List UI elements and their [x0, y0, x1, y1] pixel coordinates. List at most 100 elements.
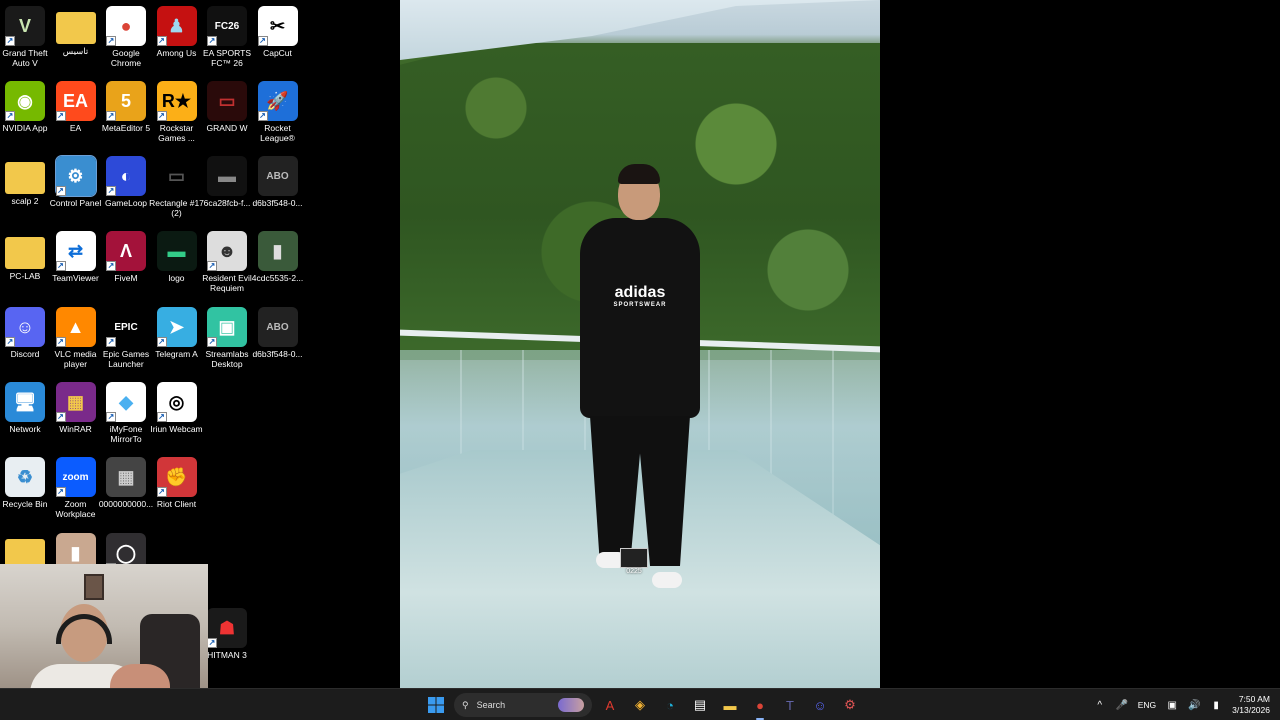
desktop-icon-nvidia[interactable]: ◉ ↗ NVIDIA App — [0, 81, 50, 133]
taskbar-settings-icon[interactable]: ⚙ — [838, 693, 862, 717]
desktop-icon-metaeditor[interactable]: 5 ↗ MetaEditor 5 — [101, 81, 151, 133]
desktop-icon-rectangle[interactable]: ▭ Rectangle #17 (2) — [149, 156, 204, 218]
desktop-icon-label: GameLoop — [104, 198, 148, 208]
scalp2-icon — [5, 162, 45, 194]
desktop-icon-resident-evil[interactable]: ☻ ↗ Resident Evil Requiem — [202, 231, 252, 293]
shortcut-arrow-icon: ↗ — [106, 36, 116, 46]
desktop-icon-img-d6b-1[interactable]: ABO d6b3f548-0... — [252, 156, 303, 208]
shortcut-arrow-icon: ↗ — [156, 412, 167, 422]
battery-icon[interactable]: ▮ — [1210, 700, 1222, 711]
taskbar-search[interactable]: ⚲ Search — [454, 693, 592, 717]
desktop-icon-label: تاسيس — [62, 46, 89, 56]
language-indicator[interactable]: ENG — [1138, 700, 1156, 710]
img-d6b-2-icon: ABO — [257, 307, 298, 347]
desktop-icon-telegram[interactable]: ➤ ↗ Telegram A — [152, 307, 202, 359]
desktop-icon-label: EA SPORTS FC™ 26 — [202, 48, 252, 68]
desktop-icon-capcut[interactable]: ✂ ↗ CapCut — [253, 6, 303, 58]
shortcut-arrow-icon: ↗ — [55, 111, 66, 121]
clock-time: 7:50 AM — [1238, 694, 1270, 704]
taskbar-discord-icon[interactable]: ☺ — [808, 693, 832, 717]
desktop-icon-fivem[interactable]: Λ ↗ FiveM — [101, 231, 151, 283]
desktop-icon-label: d6b3f548-0... — [252, 349, 303, 359]
mirrorto-icon: ◆ ↗ — [106, 382, 146, 422]
desktop-icon-rocket-league[interactable]: 🚀 ↗ Rocket League® — [253, 81, 303, 143]
volume-icon[interactable]: 🔊 — [1188, 700, 1200, 711]
desktop-icon-chrome[interactable]: ● ↗ Google Chrome — [101, 6, 151, 68]
rocket-league-icon: 🚀 ↗ — [257, 81, 298, 121]
gameloop-icon: ◐ ↗ — [106, 156, 146, 196]
desktop-icon-among-us[interactable]: ♟ ↗ Among Us — [152, 6, 202, 58]
desktop-icon-gameloop[interactable]: ◐ ↗ GameLoop — [101, 156, 151, 208]
taskbar-file-explorer-icon[interactable]: ▬ — [718, 693, 742, 717]
desktop-icon-vlc[interactable]: ▲ ↗ VLC media player — [51, 307, 101, 369]
person-figure: adidas SPORTSWEAR — [560, 160, 720, 600]
windows-logo-icon[interactable] — [424, 693, 448, 717]
taskbar: ⚲ Search A ◈ ◔ ▤ ▬ ● T ☺ ⚙ ^ 🎤 ENG ▣ 🔊 ▮ 7:50 AM… — [0, 688, 1280, 720]
desktop-icon-recycle-bin[interactable]: ♻ Recycle Bin — [0, 457, 50, 509]
taskbar-edge-icon[interactable]: ◔ — [658, 693, 682, 717]
desktop-icon-scalp2[interactable]: scalp 2 — [0, 156, 50, 206]
taskbar-teams-icon[interactable]: T — [778, 693, 802, 717]
taskbar-adobe-acrobat-icon[interactable]: A — [598, 693, 622, 717]
desktop-icon-label: Rockstar Games ... — [158, 123, 195, 143]
hitman3-icon: ☗ ↗ — [207, 608, 247, 648]
desktop-icon-hitman3[interactable]: ☗ ↗ HITMAN 3 — [202, 608, 252, 660]
desktop-icon-grand-w[interactable]: ▭ GRAND W — [202, 81, 252, 133]
desktop-icon-label: EA — [69, 123, 82, 133]
desktop-icon-img-4cdc[interactable]: ▮ 4cdc5535-2... — [252, 231, 303, 283]
logo-icon: ▬ — [156, 231, 197, 271]
desktop-icon-img-d6b-2[interactable]: ABO d6b3f548-0... — [252, 307, 303, 359]
taskbar-copilot-icon[interactable]: ◈ — [628, 693, 652, 717]
desktop-icon-riot[interactable]: ✊ ↗ Riot Client — [152, 457, 202, 509]
desktop-icon-label: d6b3f548-0... — [252, 198, 303, 208]
shirt-brand: adidas — [614, 284, 666, 301]
clock[interactable]: 7:50 AM 3/13/2026 — [1232, 694, 1270, 716]
desktop-icon-discord[interactable]: ☺ ↗ Discord — [0, 307, 50, 359]
shortcut-arrow-icon: ↗ — [55, 186, 66, 196]
desktop-icon-network[interactable]: 🖥 Network — [0, 382, 50, 434]
winrar-icon: ▦ ↗ — [55, 382, 96, 422]
shortcut-arrow-icon: ↗ — [207, 638, 217, 648]
shortcut-arrow-icon: ↗ — [156, 111, 167, 121]
desktop-icon-iriun[interactable]: ◎ ↗ Iriun Webcam — [150, 382, 203, 434]
desktop-icon-img-0000[interactable]: ▦ 0000000000... — [99, 457, 153, 509]
desktop-icon-teamviewer[interactable]: ⇄ ↗ TeamViewer — [51, 231, 101, 283]
desktop-icon-folder-arabic[interactable]: تاسيس — [51, 6, 101, 56]
pc-lab-icon — [5, 237, 45, 269]
search-highlight-icon — [558, 698, 584, 712]
desktop-icon-ea-fc[interactable]: FC26 ↗ EA SPORTS FC™ 26 — [202, 6, 252, 68]
taskbar-chrome-icon[interactable]: ● — [748, 693, 772, 720]
desktop-icon-gta5[interactable]: V ↗ Grand Theft Auto V — [0, 6, 50, 68]
desktop-icon-winrar[interactable]: ▦ ↗ WinRAR — [51, 382, 101, 434]
desktop-icon-mirrorto[interactable]: ◆ ↗ iMyFone MirrorTo — [101, 382, 151, 444]
desktop-file-0225[interactable]: 0225 — [620, 548, 648, 578]
shortcut-arrow-icon: ↗ — [207, 261, 217, 271]
desktop-icon-label: Zoom Workplace — [55, 499, 96, 519]
shortcut-arrow-icon: ↗ — [156, 487, 167, 497]
desktop-icon-label: Rocket League® — [260, 123, 295, 143]
taskbar-notepad-icon[interactable]: ▤ — [688, 693, 712, 717]
desktop-icon-img-6ca[interactable]: ▬ 6ca28fcb-f... — [202, 156, 252, 208]
desktop-icon-zoom[interactable]: zoom ↗ Zoom Workplace — [51, 457, 101, 519]
network-icon[interactable]: ▣ — [1166, 700, 1178, 711]
desktop-icon-ea[interactable]: EA ↗ EA — [51, 81, 101, 133]
desktop-icon-label: VLC media player — [54, 349, 97, 369]
desktop-icon-rockstar[interactable]: R★ ↗ Rockstar Games ... — [152, 81, 202, 143]
desktop-icon-logo[interactable]: ▬ logo — [152, 231, 202, 283]
fivem-icon: Λ ↗ — [106, 231, 146, 271]
desktop-icon-streamlabs[interactable]: ▣ ↗ Streamlabs Desktop — [202, 307, 252, 369]
desktop-icon-label: Network — [9, 424, 41, 434]
riot-icon: ✊ ↗ — [156, 457, 197, 497]
desktop-icon-epic[interactable]: EPIC ↗ Epic Games Launcher — [101, 307, 151, 369]
desktop-icon-control-panel[interactable]: ⚙ ↗ Control Panel — [50, 155, 101, 208]
clock-date: 3/13/2026 — [1232, 705, 1270, 715]
microphone-icon[interactable]: 🎤 — [1116, 700, 1128, 711]
desktop-icon-pc-lab[interactable]: PC-LAB — [0, 231, 50, 281]
tray-overflow-chevron[interactable]: ^ — [1094, 700, 1106, 711]
ea-fc-icon: FC26 ↗ — [207, 6, 247, 46]
desktop-icon-label: Iriun Webcam — [150, 424, 203, 434]
desktop-icon-label: scalp 2 — [11, 196, 39, 206]
resident-evil-icon: ☻ ↗ — [207, 231, 247, 271]
hoodie — [580, 218, 700, 418]
shortcut-arrow-icon: ↗ — [207, 337, 217, 347]
